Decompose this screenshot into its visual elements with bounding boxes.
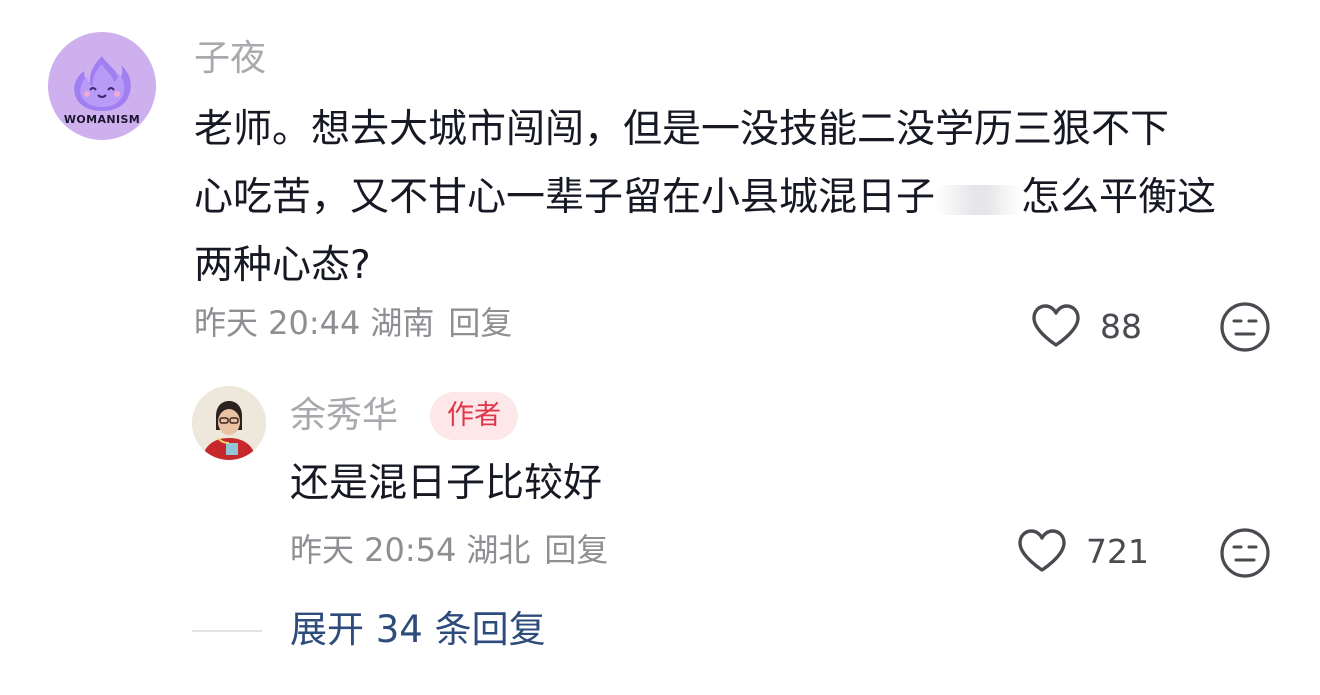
reply-reply-button[interactable]: 回复 [544, 531, 608, 569]
comment-line-1: 老师。想去大城市闯闯，但是一没技能二没学历三狠不下 [194, 107, 1170, 152]
comment-meta: 昨天 20:44 湖南 回复 [194, 303, 522, 343]
comment-line-2: 心吃苦，又不甘心一辈子留在小县城混日子 怎么平衡这 [194, 164, 1274, 232]
heart-outline-icon [1032, 304, 1080, 347]
comment-body: 老师。想去大城市闯闯，但是一没技能二没学历三狠不下 心吃苦，又不甘心一辈子留在小… [194, 96, 1274, 300]
author-avatar[interactable] [192, 386, 266, 460]
expand-replies-button[interactable]: 展开 34 条回复 [290, 606, 546, 654]
comment-like-button[interactable]: 88 [1030, 303, 1142, 349]
redaction-mark [935, 184, 1022, 215]
reply-like-count: 721 [1086, 531, 1149, 571]
expand-divider [192, 630, 262, 632]
commenter-avatar[interactable]: WOMANISM [48, 32, 156, 140]
reply-meta: 昨天 20:54 湖北 回复 [290, 530, 618, 570]
comment-line-2-tail: 怎么平衡这 [1021, 175, 1217, 220]
reply-body: 还是混日子比较好 [290, 461, 603, 506]
comment-reply-button[interactable]: 回复 [448, 304, 512, 342]
comment-like-count: 88 [1100, 306, 1142, 346]
reply-time: 昨天 20:54 [290, 531, 457, 569]
comment-time: 昨天 20:44 [194, 304, 361, 342]
reply-location: 湖北 [466, 531, 531, 569]
heart-outline-icon [1018, 529, 1066, 572]
author-username[interactable]: 余秀华 [290, 394, 398, 438]
comment-line-2-text: 心吃苦，又不甘心一辈子留在小县城混日子 [194, 175, 936, 220]
comment-thread: WOMANISM 子夜 老师。想去大城市闯闯，但是一没技能二没学历三狠不下 心吃… [0, 0, 1320, 695]
reply-like-button[interactable]: 721 [1016, 528, 1149, 574]
comment-location: 湖南 [370, 304, 435, 342]
neutral-face-icon[interactable] [1218, 526, 1272, 580]
author-portrait-icon [192, 386, 266, 460]
author-badge: 作者 [430, 392, 518, 440]
neutral-face-icon[interactable] [1218, 300, 1272, 354]
comment-line-3: 两种心态? [194, 243, 371, 288]
commenter-username[interactable]: 子夜 [194, 37, 266, 81]
avatar-brand-text: WOMANISM [63, 113, 141, 126]
